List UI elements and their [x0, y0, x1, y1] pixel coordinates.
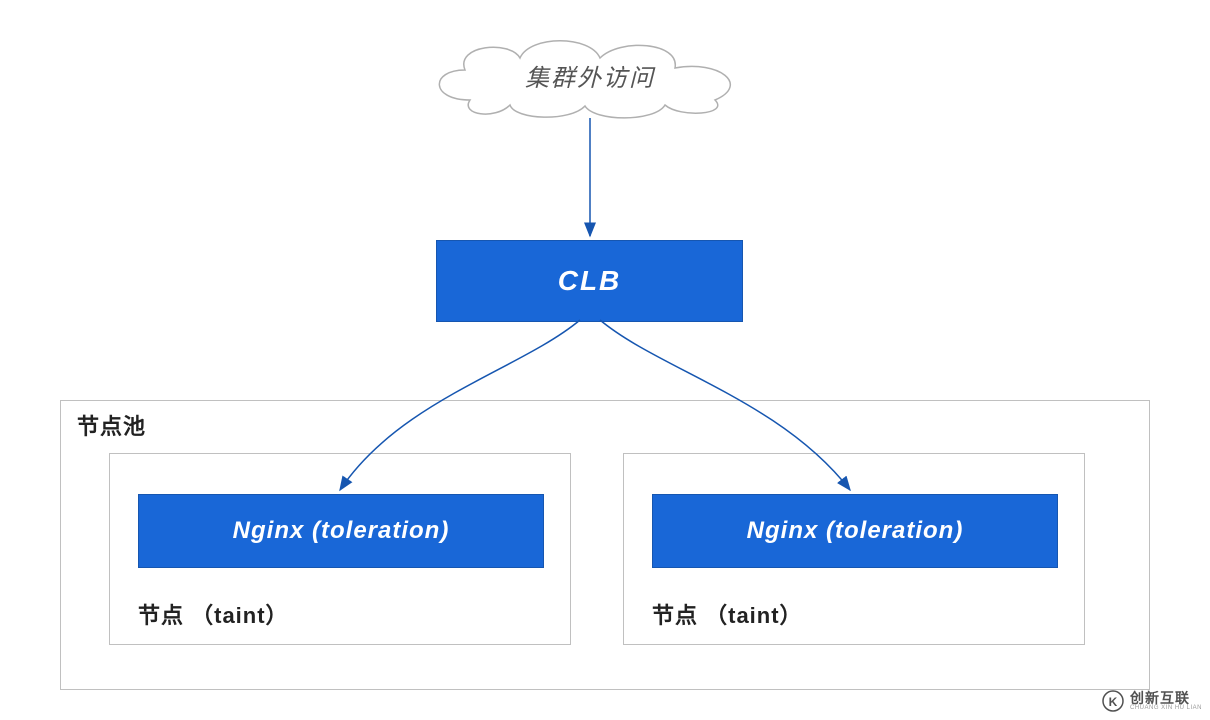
diagram-canvas: 集群外访问 CLB 节点池 Nginx (toleration) 节点 （tai…	[0, 0, 1210, 720]
clb-box: CLB	[436, 240, 743, 322]
nginx-label-right: Nginx (toleration)	[747, 517, 964, 545]
watermark-logo-icon: K	[1102, 690, 1124, 712]
nginx-box-left: Nginx (toleration)	[138, 494, 544, 568]
clb-label: CLB	[558, 265, 622, 297]
node-pool-label: 节点池	[77, 409, 146, 441]
node-caption-right: 节点 （taint）	[652, 598, 803, 630]
node-pool-container: 节点池 Nginx (toleration) 节点 （taint） Nginx …	[60, 400, 1150, 690]
svg-text:K: K	[1109, 695, 1118, 709]
nginx-box-right: Nginx (toleration)	[652, 494, 1058, 568]
watermark-main: 创新互联	[1130, 691, 1202, 705]
cloud-label: 集群外访问	[420, 30, 760, 120]
cloud-shape: 集群外访问	[420, 30, 760, 120]
node-box-right: Nginx (toleration) 节点 （taint）	[623, 453, 1085, 645]
watermark-text: 创新互联 CHUANG XIN HU LIAN	[1130, 691, 1202, 711]
watermark: K 创新互联 CHUANG XIN HU LIAN	[1102, 690, 1202, 712]
watermark-sub: CHUANG XIN HU LIAN	[1130, 705, 1202, 711]
node-caption-left: 节点 （taint）	[138, 598, 289, 630]
node-box-left: Nginx (toleration) 节点 （taint）	[109, 453, 571, 645]
nginx-label-left: Nginx (toleration)	[233, 517, 450, 545]
